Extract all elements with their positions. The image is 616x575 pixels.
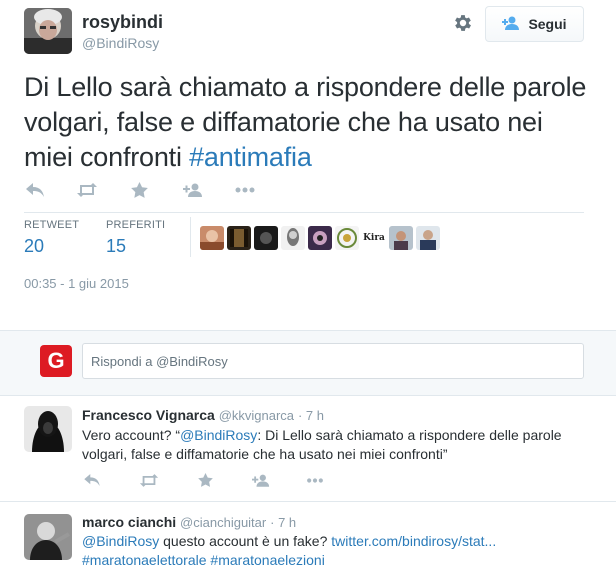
more-icon[interactable] — [304, 470, 326, 490]
favorites-label: PREFERITI — [106, 219, 166, 231]
stats-divider — [190, 217, 191, 257]
favoriter-avatar[interactable] — [200, 226, 224, 250]
reply-actions — [82, 470, 326, 490]
hashtag-maratonaelezioni[interactable]: #maratonaelezioni — [210, 552, 324, 568]
favoriter-avatar[interactable] — [281, 226, 305, 250]
favoriter-avatar[interactable]: Kira — [362, 226, 386, 250]
more-icon[interactable] — [234, 180, 256, 200]
reply-placeholder-mention: @BindiRosy — [156, 354, 228, 369]
favoriter-avatar[interactable] — [308, 226, 332, 250]
reply-mention[interactable]: @BindiRosy — [82, 533, 159, 549]
reply-author-name: Francesco Vignarca — [82, 407, 215, 423]
favorites-stat[interactable]: PREFERITI 15 — [106, 219, 165, 257]
reply-time[interactable]: · 7 h — [298, 408, 324, 423]
retweet-stat[interactable]: RETWEET 20 — [24, 219, 79, 257]
reply-author[interactable]: Francesco Vignarca @kkvignarca · 7 h — [82, 407, 324, 423]
reply-text-prefix: Vero account? “ — [82, 427, 181, 443]
gear-icon[interactable] — [452, 12, 474, 34]
favorite-icon[interactable] — [130, 180, 148, 200]
favoriter-avatar[interactable] — [254, 226, 278, 250]
reply-text: @BindiRosy questo account è un fake? twi… — [82, 532, 602, 570]
favoriter-logo-text: Kira — [363, 233, 385, 243]
reply-icon[interactable] — [82, 470, 102, 490]
reply-mention[interactable]: @BindiRosy — [180, 427, 257, 443]
author-handle[interactable]: @BindiRosy — [82, 35, 159, 51]
reply-author-handle: @kkvignarca — [218, 408, 295, 423]
reply-avatar[interactable] — [24, 406, 72, 452]
tweet-text: Di Lello sarà chiamato a rispondere dell… — [24, 70, 594, 175]
reply-tweet[interactable]: marco cianchi @cianchiguitar · 7 h @Bind… — [0, 502, 616, 575]
reply-text: Vero account? “@BindiRosy: Di Lello sarà… — [82, 426, 602, 464]
divider — [24, 212, 584, 213]
author-avatar[interactable] — [24, 8, 72, 54]
reply-link[interactable]: twitter.com/bindirosy/stat... — [331, 533, 496, 549]
retweet-label: RETWEET — [24, 219, 80, 231]
hashtag-maratonaelettorale[interactable]: #maratonaelettorale — [82, 552, 207, 568]
reply-author-handle: @cianchiguitar — [180, 515, 267, 530]
retweet-icon[interactable] — [76, 180, 98, 200]
follow-label: Segui — [528, 16, 567, 32]
reply-tweet[interactable]: Francesco Vignarca @kkvignarca · 7 h Ver… — [0, 397, 616, 501]
follow-icon[interactable] — [182, 180, 204, 200]
tweet-timestamp[interactable]: 00:35 - 1 giu 2015 — [24, 276, 129, 291]
reply-text-body: questo account è un fake? — [159, 533, 332, 549]
hashtag-antimafia[interactable]: #antimafia — [189, 142, 312, 172]
favoriter-avatar[interactable] — [227, 226, 251, 250]
reply-time[interactable]: · 7 h — [270, 515, 296, 530]
add-user-icon — [502, 16, 520, 33]
current-user-avatar: G — [40, 345, 72, 377]
main-tweet: rosybindi @BindiRosy Segui Di Lello sarà… — [0, 0, 616, 330]
follow-button[interactable]: Segui — [485, 6, 584, 42]
favoriter-avatar[interactable] — [335, 226, 359, 250]
favoriter-avatar[interactable] — [389, 226, 413, 250]
author-name[interactable]: rosybindi — [82, 12, 163, 33]
reply-author-name: marco cianchi — [82, 514, 177, 530]
favoriters-list: Kira — [200, 226, 440, 250]
reply-author[interactable]: marco cianchi @cianchiguitar · 7 h — [82, 514, 296, 530]
retweet-count: 20 — [24, 236, 45, 256]
favoriter-avatar[interactable] — [416, 226, 440, 250]
retweet-icon[interactable] — [138, 470, 160, 490]
reply-icon[interactable] — [24, 180, 46, 200]
reply-placeholder: Rispondi a — [91, 354, 153, 369]
reply-composer: G Rispondi a @BindiRosy — [0, 330, 616, 396]
reply-input[interactable]: Rispondi a @BindiRosy — [82, 343, 584, 379]
follow-icon[interactable] — [250, 470, 272, 490]
favorite-icon[interactable] — [196, 470, 214, 490]
reply-avatar[interactable] — [24, 514, 72, 560]
tweet-actions — [24, 180, 256, 200]
favorites-count: 15 — [106, 236, 127, 256]
